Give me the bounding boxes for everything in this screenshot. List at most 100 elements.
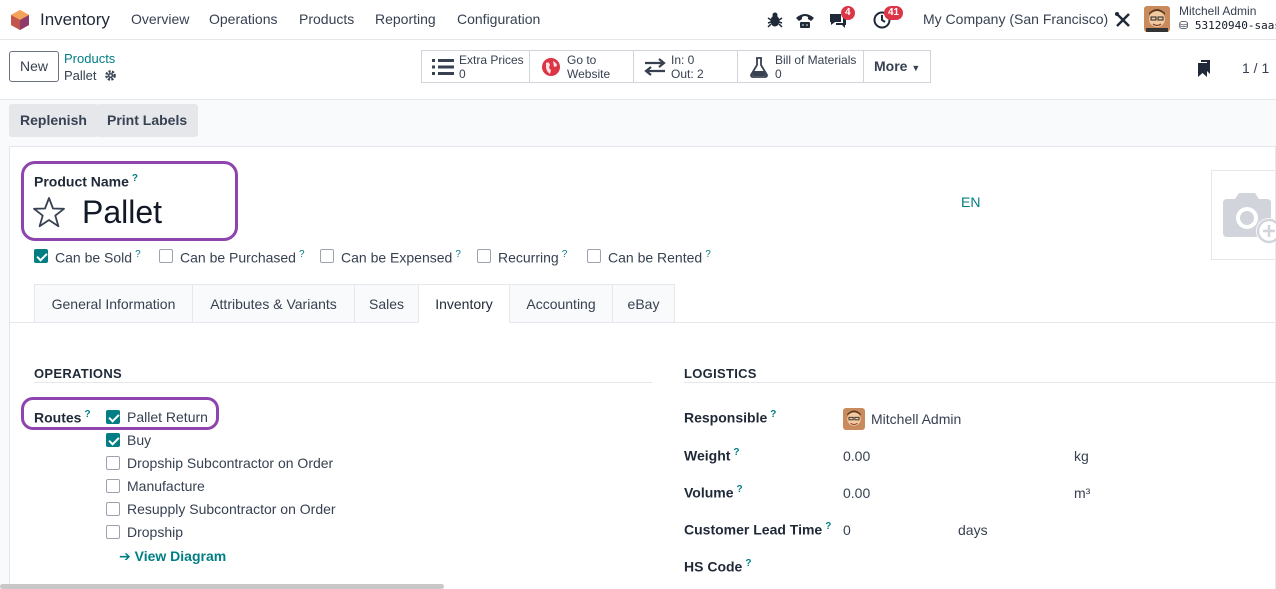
user-avatar[interactable] xyxy=(1144,6,1170,32)
control-panel: New Products Pallet Extra Prices 0 Go to… xyxy=(0,40,1276,100)
globe-icon xyxy=(542,58,560,76)
volume-label: Volume? xyxy=(684,484,743,501)
chat-badge: 4 xyxy=(841,6,855,20)
horizontal-scrollbar[interactable] xyxy=(0,584,444,589)
route-buy-label: Buy xyxy=(127,432,152,448)
bom-label: Bill of Materials xyxy=(775,53,857,67)
menu-reporting[interactable]: Reporting xyxy=(375,11,436,27)
user-name[interactable]: Mitchell Admin xyxy=(1179,4,1256,18)
company-switcher[interactable]: My Company (San Francisco) xyxy=(923,11,1108,27)
tab-attributes-variants[interactable]: Attributes & Variants xyxy=(192,284,354,323)
more-label: More xyxy=(874,58,908,74)
can-be-rented-checkbox[interactable] xyxy=(587,249,601,263)
tab-general-information[interactable]: General Information xyxy=(34,284,192,323)
responsible-avatar xyxy=(843,408,865,430)
tab-sales[interactable]: Sales xyxy=(354,284,418,323)
customer-lead-time-label: Customer Lead Time? xyxy=(684,521,832,538)
recurring-label: Recurring? xyxy=(498,249,568,266)
camera-plus-icon xyxy=(1223,193,1276,244)
route-buy-checkbox[interactable] xyxy=(106,433,120,447)
product-name-field[interactable]: Pallet xyxy=(82,194,162,231)
extra-prices-button[interactable]: Extra Prices 0 xyxy=(422,51,530,82)
can-be-expensed-checkbox[interactable] xyxy=(320,249,334,263)
website-label: Website xyxy=(567,67,611,81)
more-button[interactable]: More ▼ xyxy=(864,51,930,82)
product-name-label: Product Name? xyxy=(34,173,139,190)
tab-inventory[interactable]: Inventory xyxy=(418,284,509,323)
weight-label: Weight? xyxy=(684,447,740,464)
print-labels-button[interactable]: Print Labels xyxy=(96,104,199,137)
database-name: ⛁ 53120940-saas xyxy=(1179,19,1276,32)
tools-icon[interactable] xyxy=(1113,10,1133,30)
app-name[interactable]: Inventory xyxy=(40,10,110,30)
breadcrumb-current: Pallet xyxy=(64,68,97,83)
menu-overview[interactable]: Overview xyxy=(131,11,189,27)
help-tooltip[interactable]: ? xyxy=(132,173,138,184)
list-icon xyxy=(432,59,454,75)
caret-down-icon: ▼ xyxy=(911,63,921,73)
star-icon[interactable] xyxy=(32,196,66,228)
go-to-label: Go to xyxy=(567,53,597,67)
route-manufacture-label: Manufacture xyxy=(127,478,205,494)
menu-operations[interactable]: Operations xyxy=(209,11,277,27)
new-button[interactable]: New xyxy=(9,51,59,82)
route-pallet-return-label: Pallet Return xyxy=(127,409,208,425)
can-be-purchased-checkbox[interactable] xyxy=(159,249,173,263)
customer-lead-time-field[interactable]: 0 xyxy=(843,522,851,538)
tab-accounting[interactable]: Accounting xyxy=(509,284,612,323)
route-dropship-checkbox[interactable] xyxy=(106,525,120,539)
routes-label: Routes? xyxy=(34,409,91,426)
route-pallet-return-checkbox[interactable] xyxy=(106,410,120,424)
out-count: Out: 2 xyxy=(671,67,704,81)
action-bar: Replenish Print Labels xyxy=(0,100,1276,146)
operations-heading: OPERATIONS xyxy=(34,366,122,381)
bug-icon[interactable] xyxy=(765,10,785,30)
in-out-button[interactable]: In: 0 Out: 2 xyxy=(634,51,738,82)
menu-configuration[interactable]: Configuration xyxy=(457,11,540,27)
go-to-website-button[interactable]: Go to Website xyxy=(530,51,634,82)
activity-badge: 41 xyxy=(884,6,904,20)
gear-icon[interactable] xyxy=(104,69,117,82)
language-button[interactable]: EN xyxy=(961,194,980,210)
responsible-label: Responsible? xyxy=(684,409,777,426)
route-manufacture-checkbox[interactable] xyxy=(106,479,120,493)
can-be-purchased-label: Can be Purchased? xyxy=(180,249,305,266)
responsible-field[interactable]: Mitchell Admin xyxy=(871,411,961,427)
bom-count: 0 xyxy=(775,67,782,81)
can-be-sold-label: Can be Sold? xyxy=(55,249,141,266)
extra-prices-count: 0 xyxy=(459,67,466,81)
replenish-button[interactable]: Replenish xyxy=(9,104,98,137)
lead-time-unit: days xyxy=(958,522,988,538)
can-be-sold-checkbox[interactable] xyxy=(34,249,48,263)
form-tabs: General Information Attributes & Variant… xyxy=(34,284,675,323)
logistics-divider xyxy=(684,382,1276,383)
weight-field[interactable]: 0.00 xyxy=(843,448,870,464)
exchange-icon xyxy=(644,58,666,76)
operations-divider xyxy=(34,382,652,383)
recurring-checkbox[interactable] xyxy=(477,249,491,263)
view-diagram-link[interactable]: ➔ View Diagram xyxy=(119,548,226,565)
weight-unit: kg xyxy=(1074,448,1089,464)
route-resupply-subcontractor-label: Resupply Subcontractor on Order xyxy=(127,501,336,517)
smart-buttons: Extra Prices 0 Go to Website In: 0 Out: … xyxy=(421,50,932,83)
pager[interactable]: 1 / 1 xyxy=(1242,60,1269,76)
extra-prices-label: Extra Prices xyxy=(459,53,524,67)
product-image-placeholder[interactable] xyxy=(1211,170,1276,260)
tab-ebay[interactable]: eBay xyxy=(612,284,675,323)
route-dropship-subcontractor-label: Dropship Subcontractor on Order xyxy=(127,455,334,471)
breadcrumb-products[interactable]: Products xyxy=(64,51,115,66)
volume-field[interactable]: 0.00 xyxy=(843,485,870,501)
bill-of-materials-button[interactable]: Bill of Materials 0 xyxy=(738,51,864,82)
route-dropship-subcontractor-checkbox[interactable] xyxy=(106,456,120,470)
can-be-expensed-label: Can be Expensed? xyxy=(341,249,461,266)
route-resupply-subcontractor-checkbox[interactable] xyxy=(106,502,120,516)
database-icon: ⛁ xyxy=(1179,19,1195,32)
menu-products[interactable]: Products xyxy=(299,11,354,27)
can-be-rented-label: Can be Rented? xyxy=(608,249,711,266)
inventory-app-icon[interactable] xyxy=(9,9,31,31)
volume-unit: m³ xyxy=(1074,485,1091,501)
bookmark-icon[interactable] xyxy=(1196,59,1212,77)
in-count: In: 0 xyxy=(671,53,695,67)
route-dropship-label: Dropship xyxy=(127,524,184,540)
phone-icon[interactable] xyxy=(794,10,816,30)
